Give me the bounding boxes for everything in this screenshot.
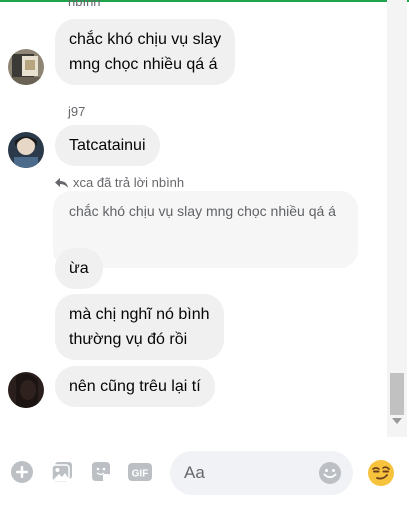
sender-name: j97: [68, 104, 86, 119]
message-bubble[interactable]: Tatcatainui: [55, 125, 160, 166]
sticker-button[interactable]: [88, 459, 114, 485]
scrollbar[interactable]: [387, 0, 407, 437]
message-bubble[interactable]: mà chị nghĩ nó bình thường vụ đó rồi: [55, 294, 224, 360]
avatar[interactable]: [8, 49, 44, 85]
quick-reaction-button[interactable]: [367, 459, 395, 487]
more-actions-button[interactable]: [9, 459, 35, 485]
emoji-picker-button[interactable]: [318, 461, 342, 485]
message-line: thường vụ đó rồi: [69, 331, 188, 348]
gif-button[interactable]: GIF: [127, 459, 153, 485]
svg-text:GIF: GIF: [132, 469, 149, 480]
composer: GIF: [0, 437, 409, 505]
message-text: nên cũng trêu lại tí: [69, 378, 201, 395]
scroll-down-icon[interactable]: [392, 418, 402, 424]
avatar[interactable]: [8, 132, 44, 168]
avatar-photo: [8, 132, 44, 168]
attach-image-button[interactable]: [49, 459, 75, 485]
reply-indicator: xca đã trả lời nbình: [55, 175, 184, 190]
plus-circle-icon: [11, 461, 33, 483]
message-text: ừa: [69, 260, 89, 277]
message-list[interactable]: nbình chắc khó chịu vụ slay mng chọc nhi…: [0, 0, 387, 437]
reply-arrow-icon: [55, 177, 68, 188]
message-bubble[interactable]: chắc khó chịu vụ slay mng chọc nhiều qá …: [55, 19, 236, 85]
message-line: mng chọc nhiều qá á: [69, 56, 218, 73]
message-line: chắc khó chịu vụ slay: [69, 31, 222, 48]
quoted-text: chắc khó chịu vụ slay mng chọc nhiều qá …: [69, 203, 336, 219]
smirk-emoji-icon: [368, 460, 394, 486]
smile-icon: [319, 462, 341, 484]
sender-name: nbình: [68, 0, 101, 9]
reply-label-text: xca đã trả lời nbình: [73, 175, 185, 190]
message-bubble[interactable]: ừa: [55, 248, 103, 289]
gif-icon: GIF: [128, 463, 152, 481]
avatar-photo: [8, 372, 44, 408]
image-icon: [51, 462, 72, 483]
message-bubble[interactable]: nên cũng trêu lại tí: [55, 366, 215, 407]
avatar-photo: [8, 49, 44, 85]
scrollbar-thumb[interactable]: [390, 373, 404, 415]
message-text: Tatcatainui: [69, 137, 146, 154]
sticker-icon: [92, 462, 110, 481]
avatar[interactable]: [8, 372, 44, 408]
message-line: mà chị nghĩ nó bình: [69, 306, 210, 323]
